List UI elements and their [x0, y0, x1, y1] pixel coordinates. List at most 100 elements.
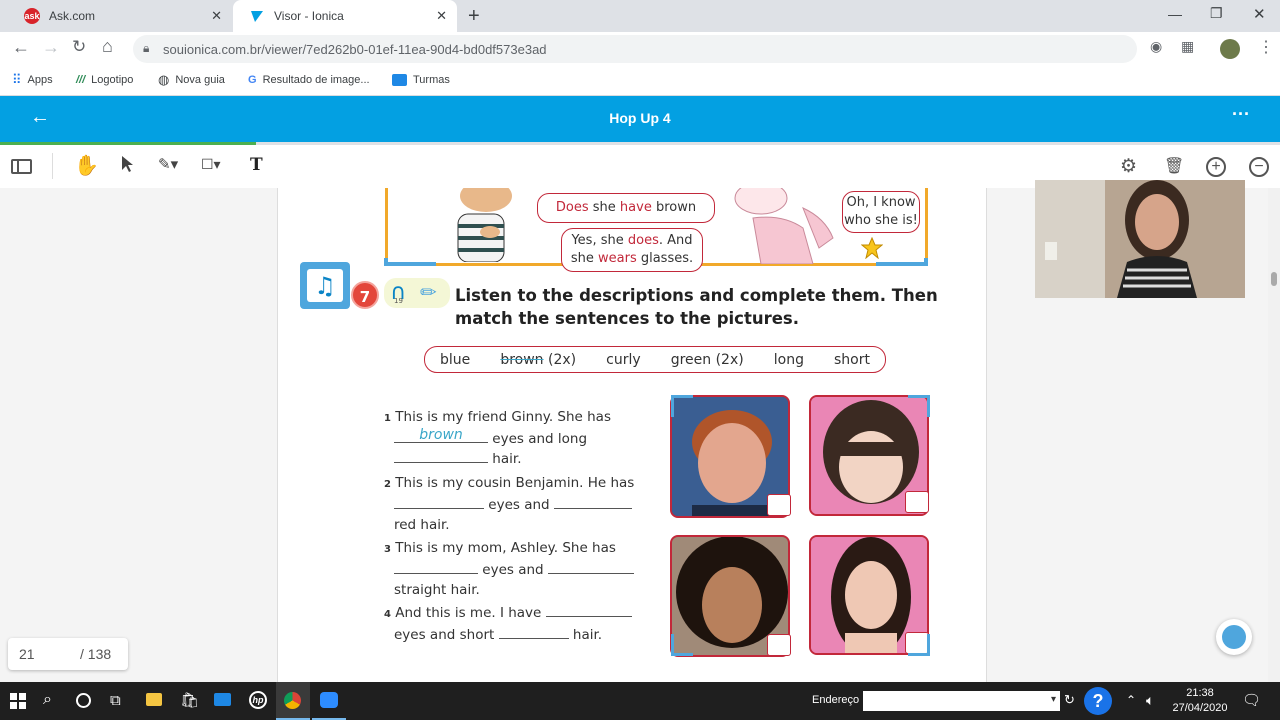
word-bank-item: short [834, 351, 870, 368]
close-window-icon[interactable]: ✕ [1253, 5, 1266, 23]
forward-arrow-icon[interactable]: → [42, 37, 60, 58]
word-bank-item: curly [606, 351, 641, 368]
bookmark-turmas[interactable]: Turmas [392, 66, 450, 94]
speech-bubble-know: Oh, I know who she is! [842, 191, 920, 233]
zoom-out-icon[interactable]: − [1249, 157, 1269, 177]
answer-blank[interactable] [553, 495, 632, 509]
restore-window-icon[interactable]: ❐ [1210, 5, 1223, 22]
zoom-in-icon[interactable]: + [1206, 157, 1226, 177]
exercise-1: 1 This is my friend Ginny. She has brown… [384, 407, 644, 469]
answer-blank[interactable] [547, 560, 634, 574]
apps-extension-icon[interactable]: ▦ [1181, 38, 1194, 55]
profile-avatar[interactable] [1220, 39, 1240, 59]
cortana-icon[interactable] [76, 693, 91, 708]
audio-play-button[interactable]: ♫ [300, 262, 350, 309]
highlighter-icon[interactable]: ✎▾ [158, 155, 178, 173]
windows-start-icon[interactable] [10, 693, 26, 712]
girl-illustration [733, 188, 843, 265]
exercise-text: This is my cousin Benjamin. He has [395, 475, 635, 491]
music-note-icon: ♫ [314, 271, 336, 300]
back-arrow-icon[interactable]: ← [12, 37, 30, 58]
system-clock[interactable]: 21:38 27/04/2020 [1170, 686, 1230, 716]
reload-icon[interactable]: ↻ [72, 37, 86, 57]
zoom-taskbar-button[interactable] [312, 682, 346, 720]
answer-blank[interactable] [394, 449, 488, 463]
exercise-text: red hair. [394, 517, 450, 533]
speech-bubble-answer: Yes, she does. And she wears glasses. [561, 228, 703, 272]
zoom-app-icon [320, 692, 338, 708]
listen-write-icons: ∩ 19 ✏ [384, 278, 450, 308]
search-icon[interactable]: ⌕ [43, 691, 52, 709]
chevron-down-icon[interactable]: ▾ [1051, 694, 1056, 705]
answer-blank[interactable] [394, 560, 478, 574]
minimize-window-icon[interactable]: — [1168, 6, 1182, 22]
scrollbar-thumb[interactable] [1271, 272, 1277, 286]
show-hidden-icons-chevron-icon[interactable]: ⌃ [1126, 693, 1136, 707]
answer-blank[interactable] [545, 603, 632, 617]
close-tab-icon[interactable]: ✕ [436, 8, 447, 24]
total-pages: / 138 [80, 646, 112, 662]
vertical-scrollbar[interactable] [1268, 188, 1280, 682]
match-checkbox[interactable] [767, 634, 791, 656]
handwritten-answer: brown [419, 427, 463, 443]
bookmark-logotipo[interactable]: /// Logotipo [76, 66, 133, 94]
frame-corner [671, 395, 693, 417]
tab-ask[interactable]: ask Ask.com ✕ [8, 0, 232, 32]
bookmark-label: Logotipo [91, 74, 134, 86]
star-icon [860, 236, 884, 263]
exercise-text: hair. [492, 451, 522, 467]
volume-icon[interactable]: 🔈︎ [1146, 692, 1154, 709]
boy-illustration [446, 188, 516, 263]
mail-icon[interactable] [214, 693, 231, 706]
current-page-input[interactable]: 21 [19, 646, 35, 662]
tab-visor-ionica[interactable]: Visor - Ionica ✕ [233, 0, 457, 32]
ionica-favicon-icon [249, 8, 265, 24]
trash-icon[interactable]: 🗑︎ [1164, 156, 1184, 176]
bubble-word: glasses. [636, 251, 694, 266]
instruction-line: Listen to the descriptions and complete … [455, 286, 938, 305]
answer-blank[interactable]: brown [394, 427, 488, 443]
pencil-icon: ✏ [420, 280, 437, 304]
answer-blank[interactable] [394, 495, 484, 509]
accessibility-helper-button[interactable] [1216, 619, 1252, 655]
shape-tool-icon[interactable]: ☐▾ [201, 156, 221, 173]
bubble-line: who she is! [844, 213, 918, 228]
sidebar-toggle-icon[interactable] [11, 159, 32, 174]
exercise-text: This is my mom, Ashley. She has [395, 540, 616, 556]
browser-menu-icon[interactable]: ⋮ [1258, 37, 1274, 57]
task-view-icon[interactable]: ⧉ [110, 692, 121, 709]
new-tab-icon[interactable]: + [468, 5, 480, 28]
chrome-taskbar-button[interactable] [276, 682, 310, 720]
settings-gear-icon[interactable]: ⚙ [1120, 155, 1137, 178]
frame-corner [908, 634, 930, 656]
bookmark-apps[interactable]: ⠿ Apps [12, 66, 53, 94]
taskbar-address-input[interactable]: ▾ [863, 691, 1060, 711]
word-bank: blue brown (2x) curly green (2x) long sh… [424, 346, 886, 373]
answer-blank[interactable] [498, 625, 569, 639]
exercise-number: 3 [384, 544, 391, 555]
close-tab-icon[interactable]: ✕ [211, 8, 222, 24]
bookmark-resultado[interactable]: G Resultado de image... [248, 66, 370, 94]
hand-pan-icon[interactable]: ✋ [74, 153, 99, 178]
extension-icon[interactable]: ◉ [1150, 38, 1162, 55]
text-tool-icon[interactable]: T [250, 155, 263, 175]
home-icon[interactable]: ⌂ [102, 36, 113, 57]
notifications-icon[interactable]: 🗨︎ [1242, 691, 1261, 709]
frame-corner [671, 634, 693, 656]
instruction-line: match the sentences to the pictures. [455, 309, 800, 328]
pointer-select-icon[interactable] [120, 155, 134, 178]
more-options-icon[interactable]: ··· [1232, 104, 1250, 125]
hp-icon[interactable]: hp [249, 691, 267, 709]
address-toolbar-label: Endereço [812, 694, 860, 706]
bookmark-nova-guia[interactable]: ◍ Nova guia [158, 66, 225, 94]
exercise-text: hair. [572, 627, 603, 643]
audio-track-number: 19 [394, 297, 403, 305]
file-explorer-icon[interactable] [146, 693, 162, 706]
address-bar[interactable]: 🔒︎ souionica.com.br/viewer/7ed262b0-01ef… [133, 35, 1137, 63]
go-refresh-icon[interactable]: ↻ [1064, 692, 1075, 708]
match-checkbox[interactable] [905, 491, 929, 513]
store-icon[interactable]: 🛍︎ [180, 691, 199, 709]
help-icon[interactable]: ? [1084, 687, 1112, 715]
bookmark-label: Resultado de image... [262, 74, 370, 86]
match-checkbox[interactable] [767, 494, 791, 516]
